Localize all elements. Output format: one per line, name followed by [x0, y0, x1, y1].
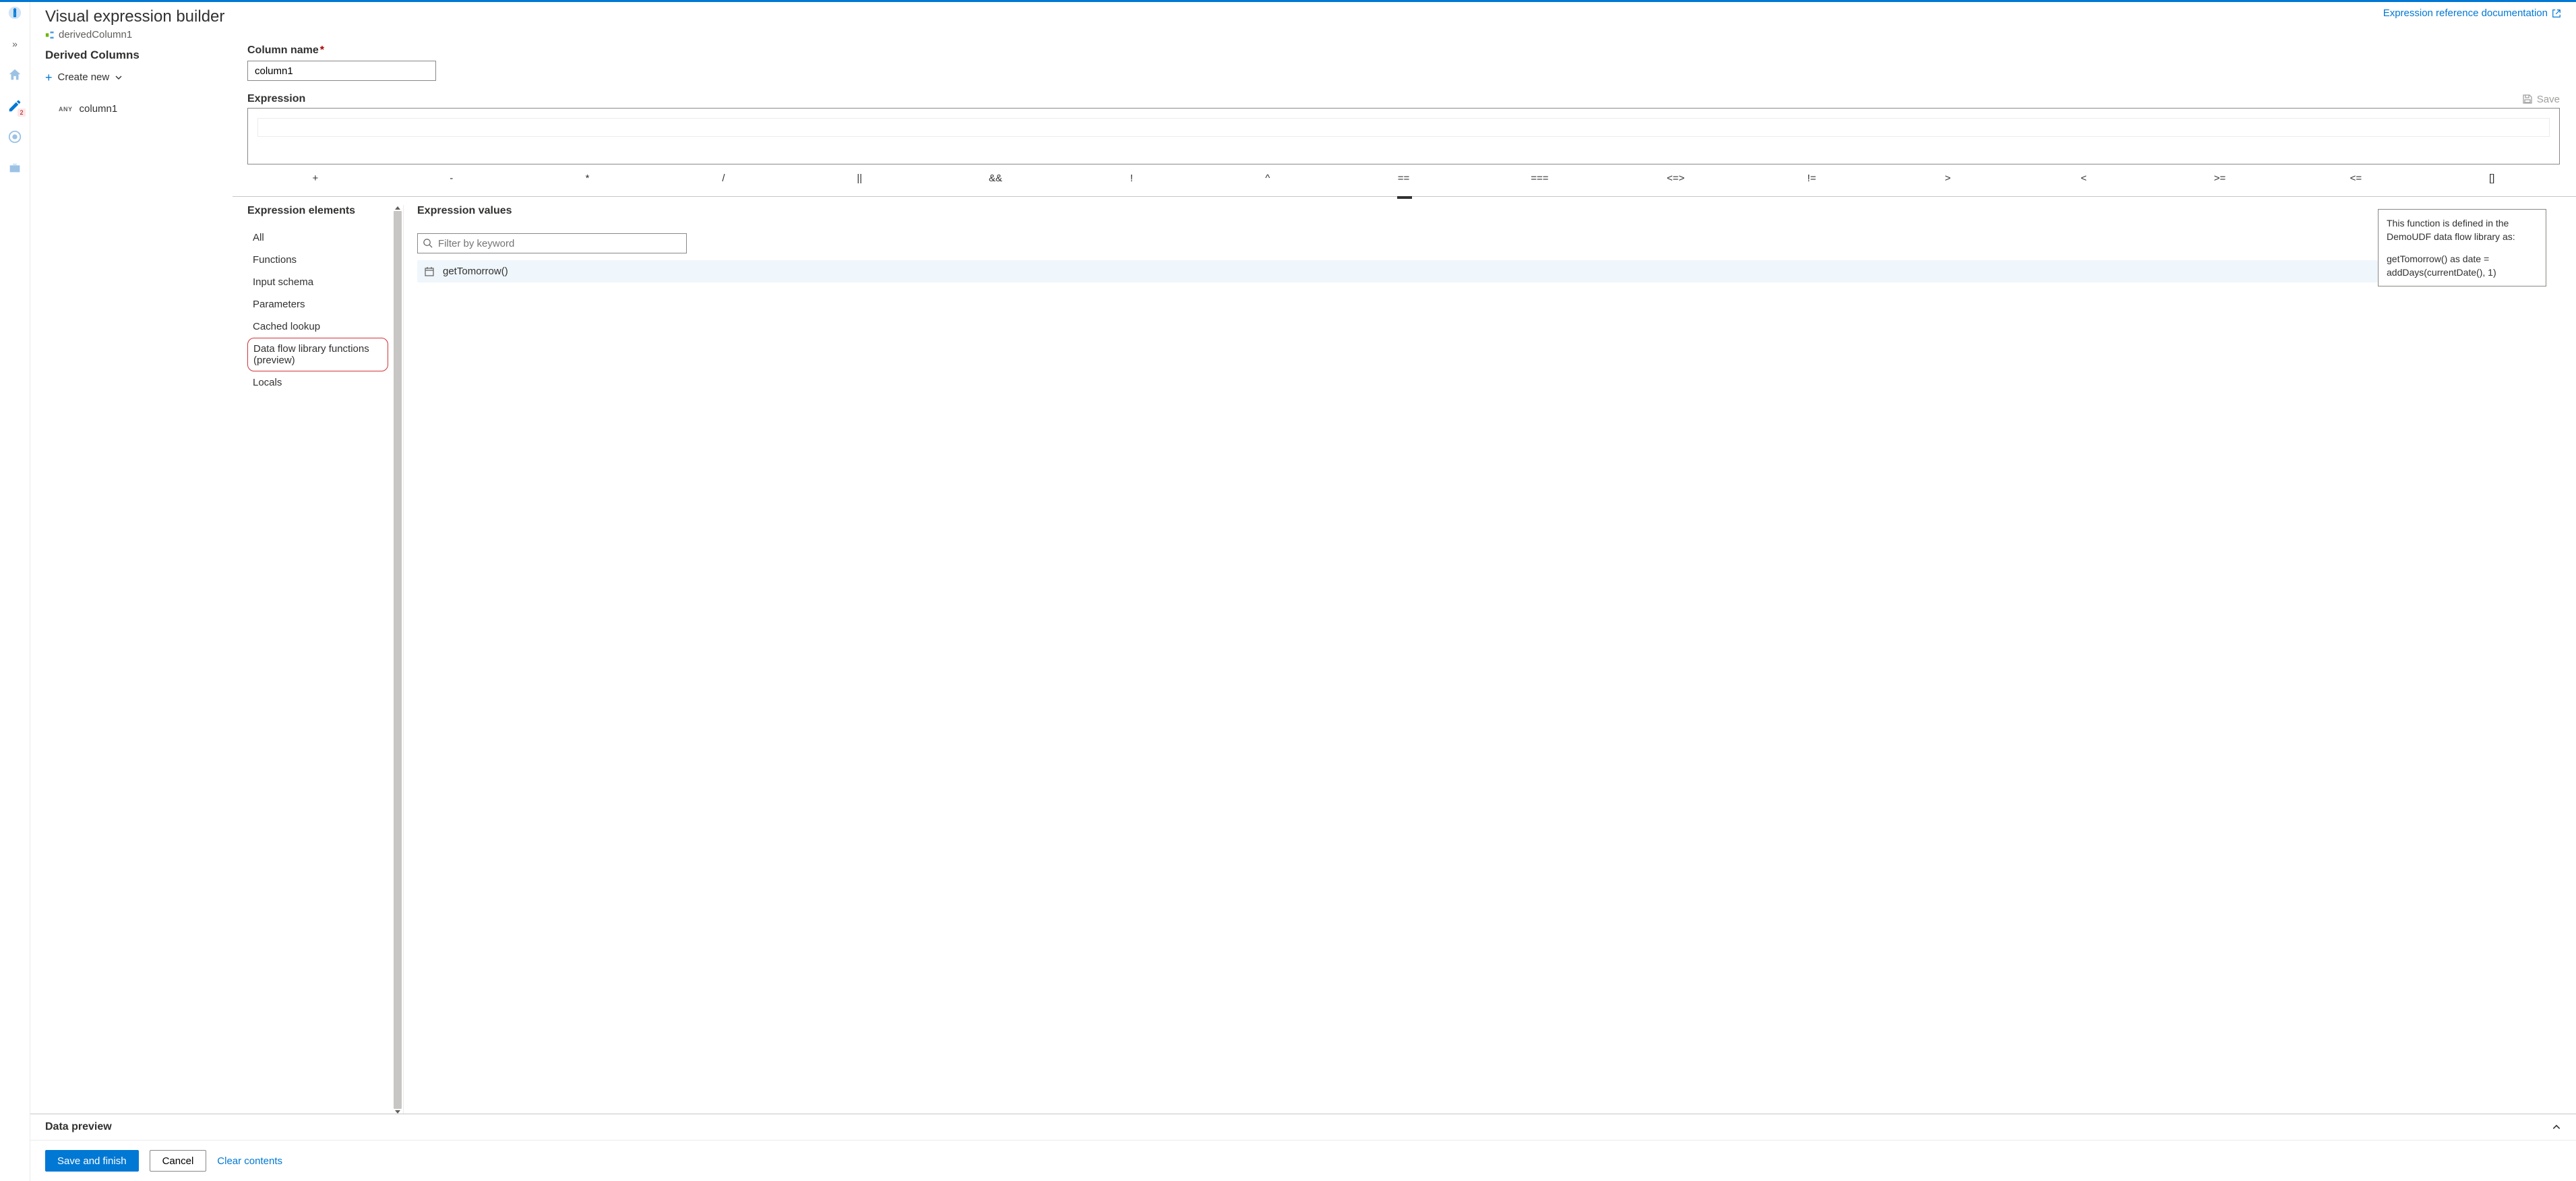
- search-icon: [423, 238, 433, 248]
- operator-button[interactable]: &&: [927, 169, 1064, 188]
- external-link-icon: [2552, 9, 2561, 18]
- toolbox-icon[interactable]: [7, 160, 23, 176]
- operator-button[interactable]: []: [2424, 169, 2560, 188]
- save-expression-button[interactable]: Save: [2522, 94, 2560, 105]
- pencil-icon[interactable]: 2: [7, 98, 23, 114]
- manage-icon[interactable]: [7, 129, 23, 145]
- breadcrumb-label: derivedColumn1: [59, 29, 132, 40]
- tooltip-line1: This function is defined in the DemoUDF …: [2387, 216, 2538, 244]
- left-rail: » 2: [0, 2, 30, 1181]
- splitter[interactable]: [233, 196, 2576, 197]
- plus-icon: +: [45, 73, 53, 82]
- create-new-label: Create new: [58, 71, 110, 83]
- home-icon[interactable]: [7, 67, 23, 83]
- operator-button[interactable]: -: [384, 169, 520, 188]
- column-type: ANY: [59, 106, 73, 113]
- element-category-item[interactable]: Functions: [247, 249, 388, 271]
- element-category-item[interactable]: Cached lookup: [247, 315, 388, 338]
- pencil-badge: 2: [18, 109, 26, 117]
- scroll-thumb[interactable]: [394, 211, 402, 1109]
- operator-button[interactable]: ||: [791, 169, 927, 188]
- clear-contents-link[interactable]: Clear contents: [217, 1155, 282, 1167]
- save-finish-button[interactable]: Save and finish: [45, 1150, 139, 1172]
- operator-button[interactable]: <=>: [1607, 169, 1744, 188]
- operator-button[interactable]: +: [247, 169, 384, 188]
- operator-bar: +-*/||&&!^=====<=>!=><>=<=[]: [247, 169, 2560, 188]
- value-row[interactable]: getTomorrow(): [417, 260, 2378, 282]
- expression-editor[interactable]: [247, 108, 2560, 164]
- transform-icon: [45, 30, 55, 40]
- page-title: Visual expression builder: [45, 7, 224, 26]
- save-icon: [2522, 94, 2533, 104]
- element-category-item[interactable]: Data flow library functions (preview): [247, 338, 388, 371]
- operator-button[interactable]: !: [1064, 169, 1200, 188]
- operator-button[interactable]: *: [520, 169, 656, 188]
- data-preview-label: Data preview: [45, 1121, 112, 1133]
- cancel-button[interactable]: Cancel: [150, 1150, 207, 1172]
- info-icon[interactable]: [7, 5, 23, 21]
- value-row-label: getTomorrow(): [443, 266, 508, 277]
- create-new-button[interactable]: + Create new: [45, 71, 247, 83]
- expression-elements-heading: Expression elements: [247, 205, 388, 226]
- element-category-item[interactable]: Locals: [247, 371, 388, 394]
- splitter-grip-icon: [1397, 196, 1412, 199]
- doc-link-label: Expression reference documentation: [2383, 7, 2548, 19]
- column-name-input[interactable]: [247, 61, 436, 81]
- element-category-item[interactable]: Input schema: [247, 271, 388, 293]
- operator-button[interactable]: >=: [2152, 169, 2288, 188]
- calendar-icon: [424, 266, 435, 277]
- expression-editor-line[interactable]: [257, 118, 2550, 137]
- chevron-down-icon: [115, 73, 123, 82]
- column-item[interactable]: ANY column1: [45, 99, 247, 119]
- save-label: Save: [2537, 94, 2560, 105]
- operator-button[interactable]: <: [2016, 169, 2152, 188]
- operator-button[interactable]: !=: [1744, 169, 1880, 188]
- filter-input[interactable]: [417, 233, 687, 253]
- function-doc-tooltip: This function is defined in the DemoUDF …: [2378, 209, 2546, 286]
- element-category-item[interactable]: All: [247, 226, 388, 249]
- column-item-label: column1: [80, 103, 118, 115]
- operator-button[interactable]: >: [1880, 169, 2016, 188]
- operator-button[interactable]: ^: [1200, 169, 1336, 188]
- breadcrumb: derivedColumn1: [45, 29, 224, 40]
- operator-button[interactable]: ===: [1471, 169, 1607, 188]
- chevron-up-icon: [2552, 1122, 2561, 1132]
- expression-values-heading: Expression values: [417, 205, 2378, 226]
- operator-button[interactable]: <=: [2288, 169, 2424, 188]
- derived-columns-heading: Derived Columns: [45, 49, 247, 62]
- data-preview-toggle[interactable]: Data preview: [30, 1114, 2576, 1140]
- doc-link[interactable]: Expression reference documentation: [2383, 7, 2561, 19]
- column-list: ANY column1: [45, 99, 247, 119]
- element-category-item[interactable]: Parameters: [247, 293, 388, 315]
- elements-scrollbar[interactable]: [392, 205, 403, 1114]
- operator-button[interactable]: /: [655, 169, 791, 188]
- column-name-label: Column name*: [247, 44, 2560, 57]
- expression-label: Expression: [247, 93, 305, 105]
- operator-button[interactable]: ==: [1336, 169, 1472, 188]
- tooltip-line2: getTomorrow() as date = addDays(currentD…: [2387, 252, 2538, 280]
- expand-rail-button[interactable]: »: [7, 36, 23, 52]
- scroll-up-icon: [395, 206, 400, 210]
